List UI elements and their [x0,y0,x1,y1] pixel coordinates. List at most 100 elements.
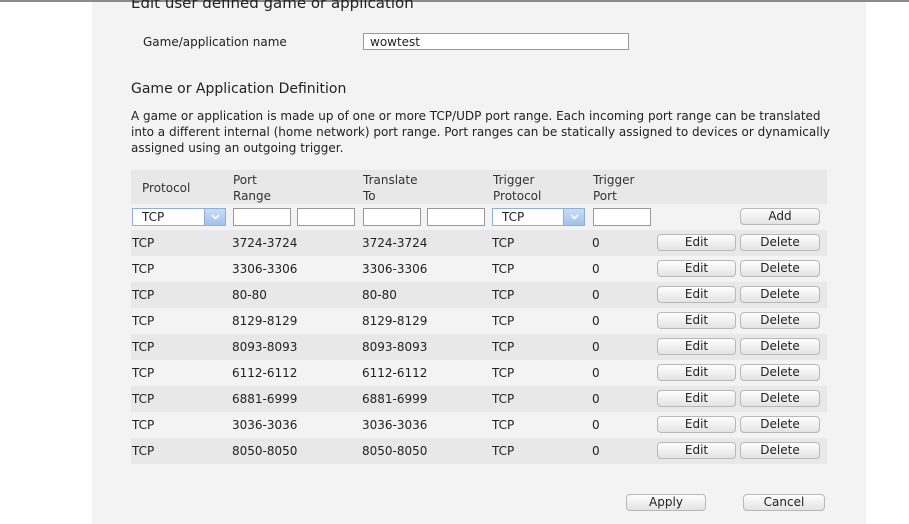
header-port-range-line1: Port [233,173,257,187]
header-port-range-line2: Range [233,189,272,203]
row-trigger-port: 0 [592,392,600,406]
new-trigger-protocol-value: TCP [502,210,525,224]
edit-button[interactable]: Edit [657,260,736,277]
row-trigger-port: 0 [592,262,600,276]
header-trigger-port: Trigger Port [593,172,634,204]
row-port-range: 8129-8129 [232,314,298,328]
row-trigger-port: 0 [592,314,600,328]
edit-button[interactable]: Edit [657,364,736,381]
table-row: TCP 3306-3306 3306-3306 TCP 0 Edit Delete [131,256,827,282]
new-protocol-value: TCP [142,210,165,224]
row-protocol: TCP [132,340,155,354]
header-port-range: Port Range [233,172,271,204]
row-protocol: TCP [132,366,155,380]
edit-button[interactable]: Edit [657,338,736,355]
row-trigger-protocol: TCP [492,288,515,302]
header-translate-line1: Translate [363,173,418,187]
delete-button[interactable]: Delete [740,390,820,407]
row-trigger-port: 0 [592,340,600,354]
table-row: TCP 6881-6999 6881-6999 TCP 0 Edit Delete [131,386,827,412]
new-port-range-start-input[interactable] [233,208,291,226]
row-protocol: TCP [132,288,155,302]
delete-button[interactable]: Delete [740,312,820,329]
header-trigger-protocol-line1: Trigger [493,173,535,187]
row-trigger-protocol: TCP [492,444,515,458]
edit-button[interactable]: Edit [657,416,736,433]
row-trigger-port: 0 [592,288,600,302]
row-trigger-protocol: TCP [492,236,515,250]
row-protocol: TCP [132,392,155,406]
row-protocol: TCP [132,262,155,276]
table-row: TCP 8129-8129 8129-8129 TCP 0 Edit Delete [131,308,827,334]
row-port-range: 8093-8093 [232,340,298,354]
edit-button[interactable]: Edit [657,234,736,251]
delete-button[interactable]: Delete [740,260,820,277]
game-name-label: Game/application name [143,35,287,49]
row-protocol: TCP [132,444,155,458]
row-translate-to: 3724-3724 [362,236,428,250]
delete-button[interactable]: Delete [740,234,820,251]
definition-description: A game or application is made up of one … [131,109,830,155]
new-trigger-protocol-select[interactable]: TCP [492,208,585,226]
row-trigger-port: 0 [592,444,600,458]
row-translate-to: 8093-8093 [362,340,428,354]
row-trigger-protocol: TCP [492,314,515,328]
row-port-range: 6881-6999 [232,392,298,406]
new-port-range-end-input[interactable] [297,208,355,226]
row-translate-to: 6881-6999 [362,392,428,406]
table-row: TCP 8050-8050 8050-8050 TCP 0 Edit Delete [131,438,827,464]
edit-section-heading: Edit user defined game or application [131,0,414,12]
header-trigger-port-line2: Port [593,189,617,203]
delete-button[interactable]: Delete [740,338,820,355]
delete-button[interactable]: Delete [740,364,820,381]
row-port-range: 80-80 [232,288,267,302]
header-translate-line2: To [363,189,376,203]
new-translate-end-input[interactable] [427,208,485,226]
add-button[interactable]: Add [740,208,820,225]
cancel-button[interactable]: Cancel [743,494,825,511]
header-protocol: Protocol [142,181,191,195]
edit-button[interactable]: Edit [657,442,736,459]
row-translate-to: 6112-6112 [362,366,428,380]
row-trigger-protocol: TCP [492,418,515,432]
edit-button[interactable]: Edit [657,286,736,303]
table-row: TCP 3036-3036 3036-3036 TCP 0 Edit Delete [131,412,827,438]
row-protocol: TCP [132,314,155,328]
header-translate-to: Translate To [363,172,418,204]
row-translate-to: 3036-3036 [362,418,428,432]
row-port-range: 3724-3724 [232,236,298,250]
table-row: TCP 6112-6112 6112-6112 TCP 0 Edit Delete [131,360,827,386]
new-translate-start-input[interactable] [363,208,421,226]
row-trigger-port: 0 [592,366,600,380]
row-translate-to: 8050-8050 [362,444,428,458]
delete-button[interactable]: Delete [740,286,820,303]
row-trigger-port: 0 [592,418,600,432]
definition-heading: Game or Application Definition [131,81,347,97]
row-protocol: TCP [132,236,155,250]
row-trigger-protocol: TCP [492,366,515,380]
header-trigger-port-line1: Trigger [593,173,635,187]
edit-button[interactable]: Edit [657,312,736,329]
new-trigger-port-input[interactable] [593,208,651,226]
row-translate-to: 8129-8129 [362,314,428,328]
table-row: TCP 8093-8093 8093-8093 TCP 0 Edit Delete [131,334,827,360]
header-trigger-protocol-line2: Protocol [493,189,542,203]
delete-button[interactable]: Delete [740,416,820,433]
row-port-range: 3036-3036 [232,418,298,432]
chevron-down-icon [563,209,584,225]
new-protocol-select[interactable]: TCP [132,208,226,226]
edit-button[interactable]: Edit [657,390,736,407]
header-trigger-protocol: Trigger Protocol [493,172,541,204]
game-name-input[interactable] [363,33,629,50]
row-translate-to: 3306-3306 [362,262,428,276]
row-trigger-port: 0 [592,236,600,250]
row-translate-to: 80-80 [362,288,397,302]
apply-button[interactable]: Apply [626,494,706,511]
row-trigger-protocol: TCP [492,392,515,406]
row-protocol: TCP [132,418,155,432]
chevron-down-icon [204,209,225,225]
table-row: TCP 80-80 80-80 TCP 0 Edit Delete [131,282,827,308]
delete-button[interactable]: Delete [740,442,820,459]
row-port-range: 8050-8050 [232,444,298,458]
row-trigger-protocol: TCP [492,340,515,354]
